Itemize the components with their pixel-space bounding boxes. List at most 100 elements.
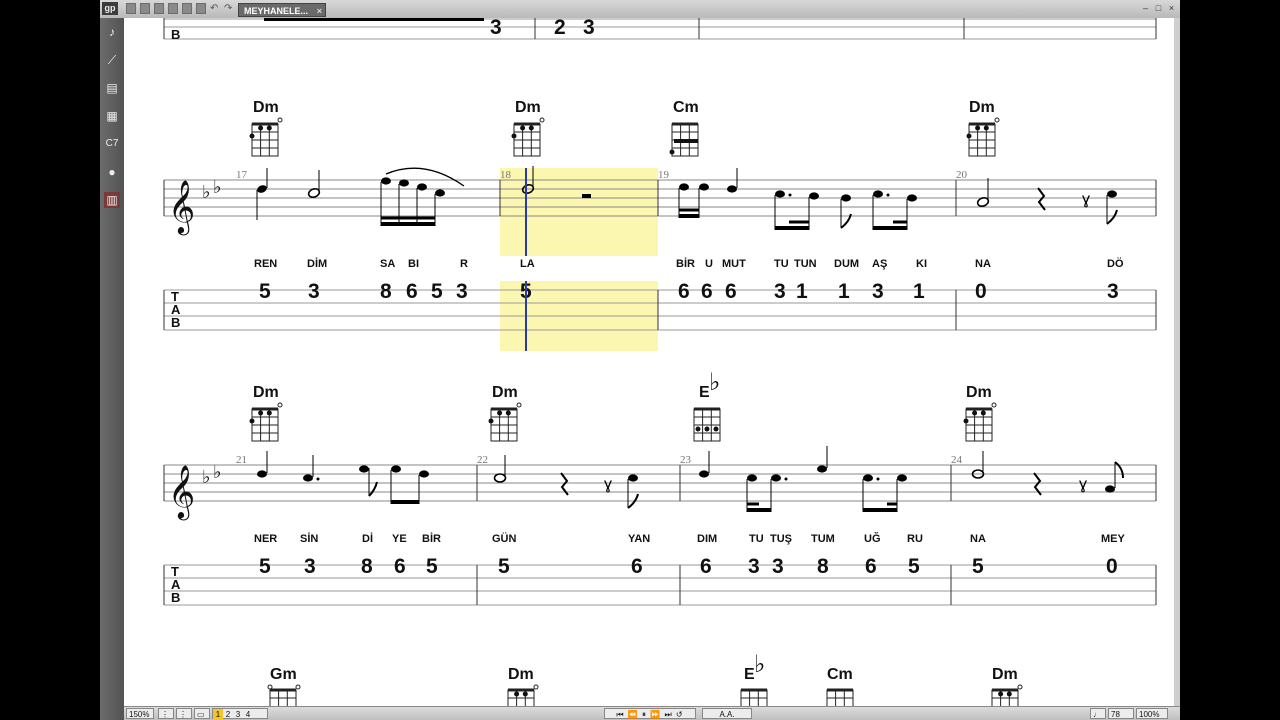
fret-number: 1 [796, 280, 808, 303]
page-button[interactable]: 4 [243, 709, 253, 720]
lyrics-row-1: REN DİM SA BI R LA BİR U MUT TU TUN DUM … [254, 257, 1124, 270]
notes-measure-20: ɣ [976, 178, 1118, 225]
measure-number: 24 [951, 454, 963, 466]
fret-number: 3 [748, 555, 760, 578]
eighth-rest-icon: ɣ [1079, 476, 1087, 493]
print-icon[interactable] [168, 3, 178, 14]
fret-number: 5 [431, 280, 443, 303]
notes-measure-17 [256, 167, 465, 226]
lyric-syllable: LA [520, 258, 535, 270]
system-3: Gm Dm E ♭ Cm Dm [267, 651, 1023, 711]
lyric-syllable: RU [907, 533, 923, 545]
chord-diagram [507, 684, 539, 711]
layout-icon[interactable]: ⋮ [176, 708, 192, 719]
multitrack-icon[interactable]: ▭ [194, 708, 210, 719]
page-selector[interactable]: 1234 [212, 708, 268, 720]
fret-number: 3 [308, 280, 320, 303]
lyric-syllable: SA [380, 258, 395, 270]
fret-number: 0 [975, 280, 987, 303]
zoom-select[interactable]: 150% [126, 708, 154, 719]
chord-name: Dm [515, 99, 541, 116]
tab-frets-row-1: 5 3 8 6 5 3 5 6 6 6 3 1 1 3 1 0 3 [259, 280, 1119, 303]
info-icon[interactable] [196, 3, 206, 14]
fret-number: 3 [304, 555, 316, 578]
chord-name: Dm [253, 99, 279, 116]
lyric-syllable: TU [774, 258, 789, 270]
page-button[interactable]: 2 [223, 709, 233, 720]
keyboard-icon[interactable]: ▦ [104, 108, 120, 124]
fret-number: 5 [259, 280, 271, 303]
chord-name: Cm [673, 99, 699, 116]
note-icon[interactable]: ♪ [104, 24, 120, 40]
close-tab-icon[interactable]: × [317, 4, 322, 18]
maximize-button[interactable]: □ [1153, 3, 1164, 14]
fret-number: 3 [583, 18, 595, 39]
guitar-pro-window: gp ↶ ↷ MEYHANELE... × – □ × ♪ ⟋ ▤ ▦ C7 ●… [100, 0, 1180, 720]
page-button[interactable]: 1 [213, 709, 223, 720]
tempo-value[interactable]: 78 [1108, 708, 1134, 719]
lyric-syllable: NA [975, 258, 991, 270]
chord-name: Dm [966, 384, 992, 401]
pause-button[interactable]: ⏸ [642, 710, 647, 719]
first-bar-button[interactable]: ⏮ [616, 710, 624, 719]
last-bar-button[interactable]: ⏭ [664, 710, 672, 719]
tab-document[interactable]: MEYHANELE... × [238, 3, 326, 17]
new-file-icon[interactable] [126, 3, 136, 14]
microphone-icon[interactable]: ● [104, 164, 120, 180]
fret-number: 3 [772, 555, 784, 578]
tempo-icon[interactable]: ♩ [1090, 708, 1106, 719]
loop-button[interactable]: ↺ [676, 710, 684, 719]
title-toolbar: gp ↶ ↷ MEYHANELE... × – □ × [100, 0, 1180, 19]
fret-number: 6 [725, 280, 737, 303]
volume-value[interactable]: 100% [1136, 708, 1168, 719]
open-file-icon[interactable] [140, 3, 150, 14]
fret-number: 6 [700, 555, 712, 578]
chord-diagram [693, 407, 721, 442]
chord-icon[interactable]: C7 [104, 136, 120, 152]
print-preview-icon[interactable] [182, 3, 192, 14]
minimize-button[interactable]: – [1140, 3, 1151, 14]
vertical-scrollbar[interactable] [1174, 18, 1180, 706]
redo-icon[interactable]: ↷ [224, 3, 234, 14]
fret-number: 5 [426, 555, 438, 578]
fretboard-grid-icon[interactable]: ▥ [104, 192, 120, 208]
half-rest-icon [582, 194, 591, 198]
lyric-syllable: KI [916, 258, 927, 270]
status-bar: 150% ⋮ ⋮ ▭ 1234 ⏮ ⏪ ⏸ ⏩ ⏭ ↺ A.A. ♩ 78 10… [124, 706, 1180, 720]
fret-number: 8 [361, 555, 373, 578]
close-window-button[interactable]: × [1166, 3, 1177, 14]
measure-number: 23 [680, 454, 692, 466]
chord-name: Dm [508, 666, 534, 683]
lyric-syllable: YE [392, 533, 407, 545]
fret-number: 1 [913, 280, 925, 303]
page-button[interactable]: 3 [233, 709, 243, 720]
lyric-syllable: SİN [300, 532, 318, 545]
fret-number: 6 [865, 555, 877, 578]
fret-number: 3 [924, 18, 936, 21]
chord-diagram [963, 402, 997, 442]
fret-number: 6 [678, 280, 690, 303]
notes-measure-19 [678, 168, 917, 230]
save-icon[interactable] [154, 3, 164, 14]
score-page[interactable]: B 3 2 3 3 Dm Dm Cm Dm [124, 0, 1174, 711]
rewind-button[interactable]: ⏪ [628, 710, 639, 719]
view-mode-icon[interactable]: ⋮ [158, 708, 174, 719]
lyric-syllable: NER [254, 533, 277, 545]
tab-letter: B [171, 315, 180, 330]
tab-frets-row-2: 5 3 8 6 5 5 6 6 3 3 8 6 5 5 0 [259, 555, 1118, 578]
fret-number: 3 [1107, 280, 1119, 303]
chord-diagram [249, 117, 283, 157]
transport-controls: ⏮ ⏪ ⏸ ⏩ ⏭ ↺ [604, 708, 696, 719]
undo-icon[interactable]: ↶ [210, 3, 220, 14]
fret-number: 3 [490, 18, 502, 39]
fret-number: 6 [701, 280, 713, 303]
fret-number: 5 [498, 555, 510, 578]
lyric-syllable: BİR [422, 532, 441, 545]
guitar-icon[interactable]: ⟋ [104, 52, 120, 68]
measure-number: 18 [500, 169, 512, 181]
mixer-icon[interactable]: ▤ [104, 80, 120, 96]
chord-name: Dm [969, 99, 995, 116]
measure-number: 17 [236, 169, 248, 181]
automation-field[interactable]: A.A. [702, 708, 752, 719]
forward-button[interactable]: ⏩ [650, 710, 661, 719]
